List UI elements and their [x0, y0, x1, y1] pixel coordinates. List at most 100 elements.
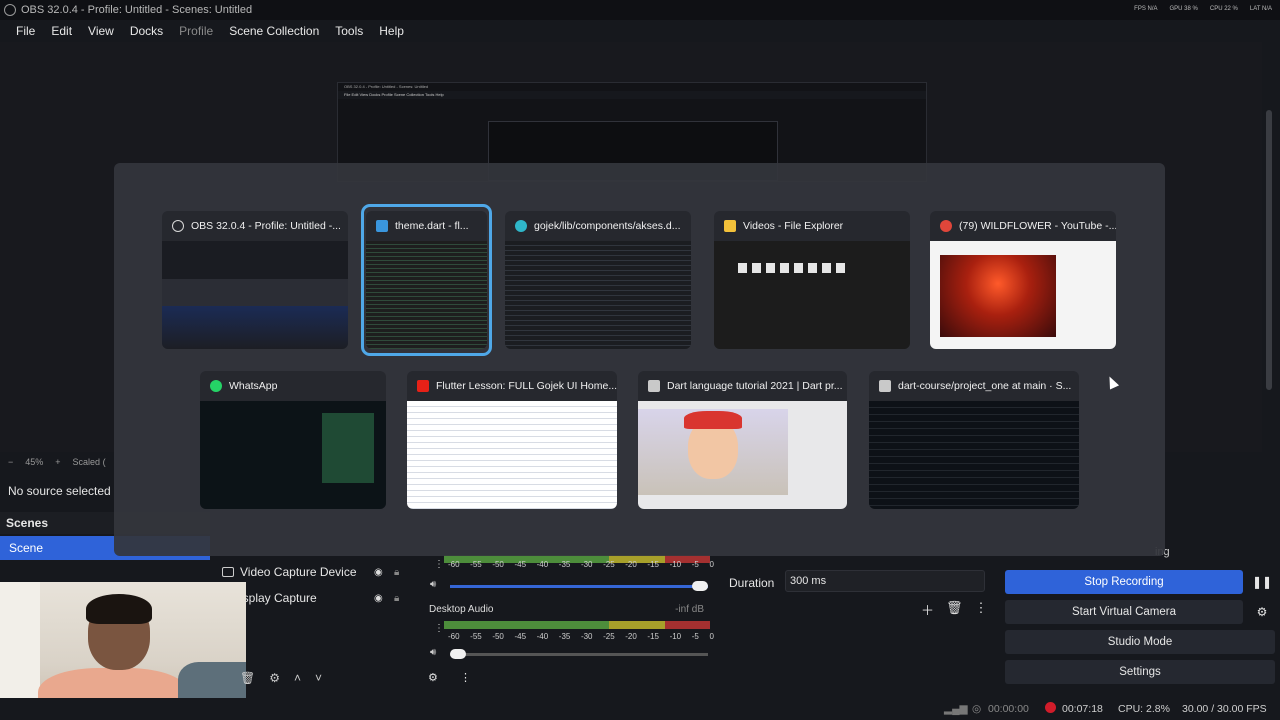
- switcher-card-vscode[interactable]: theme.dart - fl...: [366, 211, 487, 349]
- window-icon: [648, 380, 660, 392]
- lock-icon[interactable]: 🔒︎: [394, 593, 399, 604]
- switcher-card-chrome[interactable]: (79) WILDFLOWER - YouTube -...: [930, 211, 1116, 349]
- card-thumbnail: [162, 241, 348, 349]
- card-thumbnail: [930, 241, 1116, 349]
- move-up-icon[interactable]: ˄: [294, 671, 301, 685]
- volume-fill: [450, 585, 708, 588]
- file-icons: [738, 263, 848, 273]
- card-title: gojek/lib/components/akses.d...: [534, 220, 681, 232]
- eye-icon[interactable]: ◉: [374, 593, 383, 604]
- menu-edit[interactable]: Edit: [43, 24, 80, 38]
- switcher-card-github[interactable]: dart-course/project_one at main · S...: [869, 371, 1079, 509]
- tick: -25: [603, 632, 615, 641]
- menu-dots-icon[interactable]: ⋮: [434, 559, 444, 570]
- card-thumbnail: [200, 401, 386, 509]
- card-title: Videos - File Explorer: [743, 220, 844, 232]
- card-title: Dart language tutorial 2021 | Dart pr...: [667, 380, 843, 392]
- track-name: Desktop Audio: [429, 604, 494, 615]
- studio-mode-button[interactable]: Studio Mode: [1005, 630, 1275, 654]
- tick: -60: [448, 560, 460, 569]
- switcher-card-youtube-flutter[interactable]: Flutter Lesson: FULL Gojek UI Home...: [407, 371, 617, 509]
- volume-knob[interactable]: [692, 581, 708, 591]
- gear-icon[interactable]: ⚙: [1249, 600, 1275, 624]
- source-name: isplay Capture: [240, 591, 317, 605]
- whatsapp-icon: [210, 380, 222, 392]
- switcher-card-whatsapp[interactable]: WhatsApp: [200, 371, 386, 509]
- tick: -35: [558, 632, 571, 641]
- tick: -50: [492, 560, 504, 569]
- tick: -5: [691, 560, 699, 569]
- video-thumbnail: [638, 409, 788, 495]
- stat-fps: FPS N/A: [1134, 6, 1158, 12]
- chrome-icon: [940, 220, 952, 232]
- preview-scrollbar[interactable]: [1266, 110, 1272, 390]
- speaker-icon[interactable]: 🔊︎: [430, 647, 436, 658]
- switcher-card-obs[interactable]: OBS 32.0.4 - Profile: Untitled -...: [162, 211, 348, 349]
- eye-icon[interactable]: ◉: [374, 567, 383, 578]
- trash-icon[interactable]: 🗑︎: [946, 600, 963, 619]
- pause-icon[interactable]: ❚❚: [1249, 570, 1275, 594]
- card-thumbnail: [638, 401, 847, 509]
- duration-field[interactable]: 300 ms: [785, 570, 985, 592]
- fps-readout: 30.00 / 30.00 FPS: [1182, 703, 1267, 715]
- zoom-level: 45%: [25, 457, 44, 467]
- status-bar: ▂▄▆ ◎ 00:00:00 00:07:18 CPU: 2.8% 30.00 …: [0, 698, 1280, 720]
- audio-mixer: ⋮ -60 -55 -50 -45 -40 -35 -30 -25 -20 -15 -10 -5 0 🔊…: [424, 555, 720, 684]
- zoom-out-button[interactable]: −: [8, 457, 13, 467]
- tick: -40: [536, 632, 549, 641]
- volume-slider[interactable]: [450, 649, 708, 659]
- card-title: dart-course/project_one at main · S...: [898, 380, 1072, 392]
- record-time: 00:07:18: [1062, 703, 1103, 715]
- switcher-card-edge[interactable]: gojek/lib/components/akses.d...: [505, 211, 691, 349]
- stream-icon: ◎: [972, 703, 982, 715]
- card-thumbnail: [714, 241, 910, 349]
- source-item[interactable]: Video Capture Device ◉ 🔒︎: [212, 560, 422, 584]
- mirror-title: OBS 32.0.4 - Profile: Untitled - Scenes:…: [344, 84, 429, 89]
- menu-profile[interactable]: Profile: [171, 24, 221, 38]
- stop-recording-button[interactable]: Stop Recording: [1005, 570, 1243, 594]
- menu-help[interactable]: Help: [371, 24, 412, 38]
- mirror-menu: File Edit View Docks Profile Scene Colle…: [338, 91, 926, 99]
- volume-knob[interactable]: [450, 649, 466, 659]
- card-thumbnail: [366, 241, 487, 349]
- add-icon[interactable]: ＋: [921, 600, 934, 619]
- volume-slider[interactable]: [450, 581, 708, 591]
- card-title: WhatsApp: [229, 380, 278, 392]
- sources-toolbar: 🗑︎ ⚙ ˄ ˅: [240, 668, 360, 688]
- menu-view[interactable]: View: [80, 24, 122, 38]
- speaker-icon[interactable]: 🔊︎: [430, 579, 436, 590]
- card-title: Flutter Lesson: FULL Gojek UI Home...: [436, 380, 617, 392]
- switcher-card-explorer[interactable]: Videos - File Explorer: [714, 211, 910, 349]
- mixer-menu-icon[interactable]: ⋮: [460, 671, 471, 684]
- zoom-in-button[interactable]: +: [55, 457, 60, 467]
- card-thumbnail: [869, 401, 1079, 509]
- menu-dots-icon[interactable]: ⋮: [434, 623, 444, 634]
- virtual-camera-button[interactable]: Start Virtual Camera: [1005, 600, 1243, 624]
- menu-docks[interactable]: Docks: [122, 24, 171, 38]
- controls-panel: ing Stop Recording ❚❚ Start Virtual Came…: [1005, 540, 1275, 690]
- tick: -45: [514, 632, 527, 641]
- tick: -45: [514, 560, 527, 569]
- tick: -5: [691, 632, 699, 641]
- tick: -25: [603, 560, 615, 569]
- mixer-settings-icon[interactable]: ⚙: [428, 671, 438, 684]
- lock-icon[interactable]: 🔒︎: [394, 567, 399, 578]
- menu-tools[interactable]: Tools: [327, 24, 371, 38]
- settings-button[interactable]: Settings: [1005, 660, 1275, 684]
- duration-value: 300 ms: [790, 575, 827, 587]
- move-down-icon[interactable]: ˅: [315, 671, 322, 685]
- gear-icon[interactable]: ⚙: [269, 671, 280, 685]
- youtube-icon: [417, 380, 429, 392]
- volume-meter: [444, 621, 710, 629]
- window-title: OBS 32.0.4 - Profile: Untitled - Scenes:…: [21, 4, 253, 16]
- menu-dots-icon[interactable]: ⋮: [975, 600, 988, 619]
- source-name: Video Capture Device: [240, 565, 357, 579]
- camera-icon: [222, 567, 234, 577]
- trash-icon[interactable]: 🗑︎: [240, 671, 255, 685]
- menu-scene-collection[interactable]: Scene Collection: [221, 24, 327, 38]
- card-title: OBS 32.0.4 - Profile: Untitled -...: [191, 220, 341, 232]
- tick: -55: [470, 632, 482, 641]
- scene-transitions: Duration 300 ms ＋ 🗑︎ ⋮: [725, 570, 995, 630]
- menu-file[interactable]: File: [8, 24, 43, 38]
- switcher-card-dart-tutorial[interactable]: Dart language tutorial 2021 | Dart pr...: [638, 371, 847, 509]
